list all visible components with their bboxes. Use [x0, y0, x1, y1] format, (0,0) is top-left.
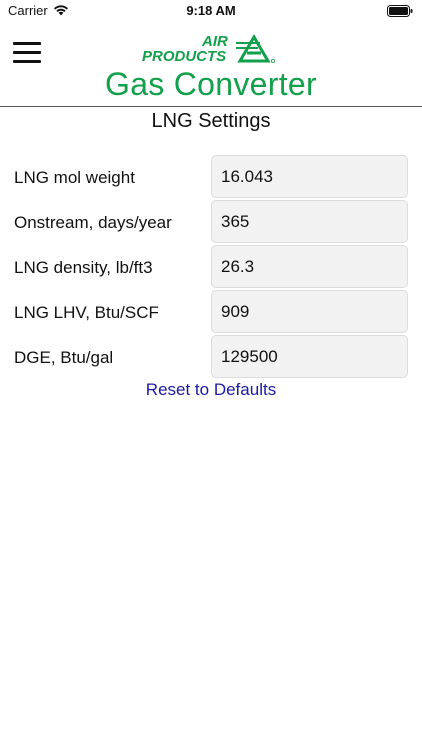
mol-weight-input[interactable] [211, 155, 408, 198]
dge-label: DGE, Btu/gal [14, 348, 114, 367]
status-bar: Carrier 9:18 AM [0, 0, 422, 24]
setting-row-onstream: Onstream, days/year [0, 199, 422, 244]
setting-row-density: LNG density, lb/ft3 [0, 244, 422, 289]
air-products-logo: AIR PRODUCTS [142, 33, 275, 65]
setting-row-lhv: LNG LHV, Btu/SCF [0, 289, 422, 334]
page-title: LNG Settings [151, 110, 271, 132]
app-title: Gas Converter [105, 66, 317, 102]
density-input[interactable] [211, 245, 408, 288]
mol-weight-label: LNG mol weight [14, 168, 135, 187]
onstream-input[interactable] [211, 200, 408, 243]
dge-input[interactable] [211, 335, 408, 378]
lhv-input[interactable] [211, 290, 408, 333]
app-header: AIR PRODUCTS Gas Converter [0, 24, 422, 107]
settings-list: LNG mol weight Onstream, days/year LNG d… [0, 154, 422, 379]
lhv-label: LNG LHV, Btu/SCF [14, 303, 159, 322]
logo-text-bottom: PRODUCTS [142, 48, 226, 65]
setting-row-dge: DGE, Btu/gal [0, 334, 422, 379]
menu-icon[interactable] [13, 42, 41, 64]
screen: Carrier 9:18 AM AIR PRODUCTS Gas Convert… [0, 0, 422, 750]
onstream-label: Onstream, days/year [14, 213, 172, 232]
battery-icon [387, 5, 413, 17]
density-label: LNG density, lb/ft3 [14, 258, 153, 277]
setting-row-mol-weight: LNG mol weight [0, 154, 422, 199]
status-time: 9:18 AM [186, 3, 236, 18]
reset-defaults-button[interactable]: Reset to Defaults [0, 380, 422, 400]
